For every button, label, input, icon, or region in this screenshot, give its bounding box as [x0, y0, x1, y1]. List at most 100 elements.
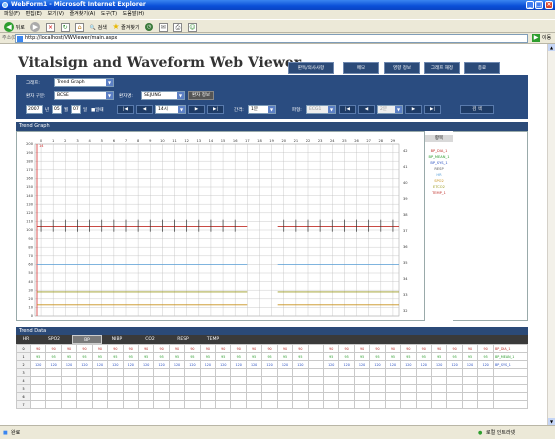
chevron-down-icon: ▼: [268, 106, 275, 113]
date-prev-button[interactable]: ◀: [136, 105, 153, 114]
table-cell: [338, 392, 355, 401]
tab-hr[interactable]: HR: [16, 335, 36, 344]
scroll-up-icon[interactable]: ▲: [548, 44, 555, 51]
table-cell: [168, 392, 186, 401]
graph-settings-button[interactable]: 그래프 재정: [424, 62, 460, 74]
row-number: 7: [16, 400, 31, 409]
search-submit-button[interactable]: 검 색: [460, 105, 494, 114]
table-cell: [461, 392, 479, 401]
table-cell: 120: [153, 360, 170, 369]
table-cell: [415, 376, 432, 385]
close-button[interactable]: ×: [545, 1, 553, 9]
table-cell: [60, 392, 78, 401]
stop-icon: ×: [45, 22, 55, 32]
y-tick-label: 100: [26, 228, 34, 232]
wave-interval-select[interactable]: 2분 ▼: [377, 105, 403, 114]
legend-entry: RESP: [434, 167, 444, 171]
scroll-down-icon[interactable]: ▼: [548, 418, 555, 425]
table-cell: 120: [230, 360, 247, 369]
mail-icon: ✉: [158, 22, 168, 32]
table-cell: 120: [430, 360, 448, 369]
row-number: 5: [16, 384, 31, 393]
table-cell: [199, 384, 217, 393]
tab-resp[interactable]: RESP: [168, 335, 198, 344]
table-cell: [230, 368, 247, 377]
tab-co2[interactable]: CO2: [132, 335, 168, 344]
memo-button[interactable]: 메모: [343, 62, 379, 74]
table-cell: [292, 368, 309, 377]
y-tick-label: 130: [26, 202, 34, 206]
table-cell: 95: [276, 352, 294, 361]
reading-notes-button[interactable]: 판독/의사사항: [288, 62, 334, 74]
date-last-button[interactable]: ▶|: [207, 105, 224, 114]
year-input[interactable]: 2007: [26, 105, 43, 114]
row-number: 6: [16, 392, 31, 401]
y-tick-label: 30: [28, 288, 33, 292]
day-input[interactable]: 07: [71, 105, 81, 114]
menu-help[interactable]: 도움말(H): [123, 11, 144, 17]
table-cell: 95: [477, 352, 494, 361]
table-cell: [353, 400, 371, 409]
table-cell: [137, 392, 155, 401]
table-cell: [45, 392, 62, 401]
go-button[interactable]: ▶: [532, 34, 540, 42]
table-cell: [276, 384, 294, 393]
time-select[interactable]: 14시 ▼: [155, 105, 186, 114]
print-icon: ⎙: [173, 22, 183, 32]
date-next-button[interactable]: ▶: [188, 105, 205, 114]
legend-entry: SPO2: [434, 179, 444, 183]
wave-first-button[interactable]: |◀: [339, 105, 356, 114]
impact-info-button[interactable]: 영향 정보: [384, 62, 420, 74]
table-cell: [276, 368, 294, 377]
x-tick-label: 18: [257, 139, 262, 143]
table-cell: [353, 384, 371, 393]
menu-favorites[interactable]: 즐겨찾기(A): [70, 11, 96, 17]
address-input[interactable]: http://localhost/VWViewer/main.aspx: [15, 34, 528, 43]
table-cell: [76, 376, 93, 385]
row-label: BP_SYS_1: [493, 360, 528, 369]
menu-view[interactable]: 보기(V): [47, 11, 64, 17]
table-cell: 90: [91, 344, 109, 353]
wave-next-button[interactable]: ▶: [405, 105, 422, 114]
patient-select[interactable]: SEJUNG ▼: [141, 91, 185, 100]
tab-bp[interactable]: BP: [72, 335, 102, 344]
interval-select[interactable]: 1분 ▼: [248, 105, 276, 114]
wave-prev-button[interactable]: ◀: [358, 105, 375, 114]
maximize-button[interactable]: □: [535, 1, 543, 9]
interval-label: 간격:: [234, 108, 244, 113]
wave-select[interactable]: ECG1 ▼: [306, 105, 336, 114]
table-cell: 120: [76, 360, 93, 369]
table-cell: [307, 376, 325, 385]
tab-spo2[interactable]: SPO2: [36, 335, 72, 344]
row-number: 3: [16, 368, 31, 377]
vertical-scrollbar[interactable]: ▲ ▼: [547, 44, 555, 425]
status-bar: ■ 완료 ● 로컬 인트라넷: [0, 425, 555, 439]
table-cell: [261, 400, 278, 409]
table-cell: [215, 376, 232, 385]
table-cell: [353, 392, 371, 401]
legend-title: 항목: [425, 135, 453, 142]
table-cell: 90: [168, 344, 186, 353]
tab-temp[interactable]: TEMP: [198, 335, 228, 344]
tab-nibp[interactable]: NIBP: [102, 335, 132, 344]
table-cell: [91, 384, 109, 393]
row-label: BP_MEAN_1: [493, 352, 528, 361]
exit-button[interactable]: 종료: [464, 62, 500, 74]
table-cell: 95: [137, 352, 155, 361]
month-input[interactable]: 05: [52, 105, 62, 114]
graph-select[interactable]: Trend Graph ▼: [54, 78, 114, 87]
table-cell: [276, 392, 294, 401]
menu-edit[interactable]: 편집(E): [26, 11, 42, 17]
date-first-button[interactable]: |◀: [117, 105, 134, 114]
table-cell: [415, 400, 432, 409]
menu-tools[interactable]: 도구(T): [101, 11, 117, 17]
legend-entry: BP_MEAN_1: [428, 155, 450, 159]
patient-info-button[interactable]: 환자 정보: [188, 91, 214, 100]
x-tick-label: 1: [52, 139, 54, 143]
wave-last-button[interactable]: ▶|: [424, 105, 441, 114]
patient-group-select[interactable]: BCSE ▼: [54, 91, 114, 100]
minimize-button[interactable]: _: [526, 1, 534, 9]
chevron-down-icon: ▼: [178, 106, 185, 113]
table-cell: [122, 392, 139, 401]
menu-file[interactable]: 파일(F): [4, 11, 20, 17]
